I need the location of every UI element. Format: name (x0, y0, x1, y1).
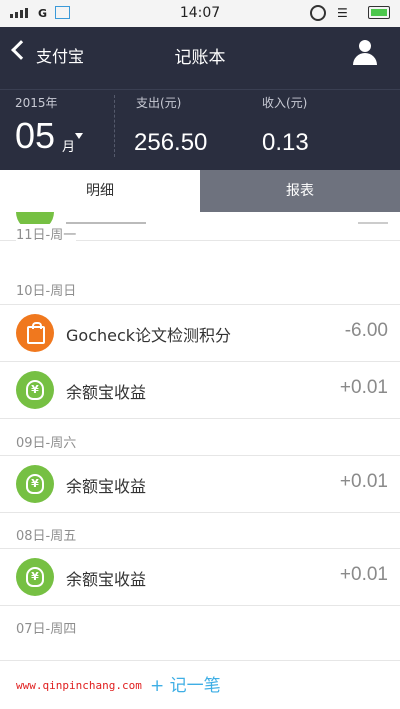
transaction-list[interactable]: 11日-周一 10日-周日 Gocheck论文检测积分 -6.00 ¥ 余额宝收… (0, 212, 400, 660)
item-amount: +0.01 (339, 377, 388, 398)
list-item[interactable]: ¥ 余额宝收益 +0.01 (0, 455, 400, 513)
item-title: 余额宝收益 (66, 570, 147, 589)
nav-bar: 支付宝 记账本 (0, 27, 400, 81)
battery-icon (368, 6, 390, 19)
tab-bar: 明细 报表 (0, 170, 400, 212)
watermark: www.qinpinchang.com (16, 679, 142, 692)
month-selector[interactable]: 05 (15, 115, 55, 157)
date-header: 07日-周四 (16, 622, 77, 637)
list-item[interactable]: ¥ 余额宝收益 +0.01 (0, 548, 400, 606)
shopping-bag-icon (16, 314, 54, 352)
status-bar: G 14:07 ☰ (0, 0, 400, 27)
list-item[interactable]: ¥ 余额宝收益 +0.01 (0, 361, 400, 419)
item-title: 余额宝收益 (66, 383, 147, 402)
tab-detail[interactable]: 明细 (0, 170, 200, 212)
item-amount: -6.00 (344, 320, 388, 341)
summary-separator (114, 95, 116, 157)
income-value: 0.13 (262, 129, 309, 156)
date-header: 10日-周日 (16, 284, 77, 299)
expense-label: 支出(元) (136, 96, 182, 110)
user-icon[interactable] (352, 39, 378, 67)
income-label: 收入(元) (262, 96, 308, 110)
caret-down-icon[interactable] (75, 133, 83, 139)
item-amount: +0.01 (339, 471, 388, 492)
money-bag-icon: ¥ (16, 465, 54, 503)
wifi-icon: ☰ (337, 6, 348, 20)
bottom-bar: www.qinpinchang.com + 记一笔 (0, 660, 400, 709)
tab-report[interactable]: 报表 (200, 170, 400, 212)
date-header: 09日-周六 (16, 436, 77, 451)
money-bag-icon: ¥ (16, 371, 54, 409)
add-record-button[interactable]: + 记一笔 (150, 671, 221, 696)
header-divider (0, 89, 400, 90)
expense-value: 256.50 (134, 129, 208, 156)
alarm-icon (310, 5, 326, 21)
year-label: 2015年 (15, 96, 58, 110)
list-item[interactable]: Gocheck论文检测积分 -6.00 (0, 304, 400, 362)
item-title: Gocheck论文检测积分 (66, 326, 232, 345)
ledger-header: 支付宝 记账本 2015年 05 月 支出(元) 256.50 收入(元) 0.… (0, 27, 400, 170)
item-title: 余额宝收益 (66, 477, 147, 496)
page-title: 记账本 (174, 48, 226, 68)
money-bag-icon: ¥ (16, 558, 54, 596)
date-header: 08日-周五 (16, 529, 77, 544)
item-amount: +0.01 (339, 564, 388, 585)
date-header: 11日-周一 (16, 224, 77, 243)
month-unit[interactable]: 月 (62, 136, 75, 155)
